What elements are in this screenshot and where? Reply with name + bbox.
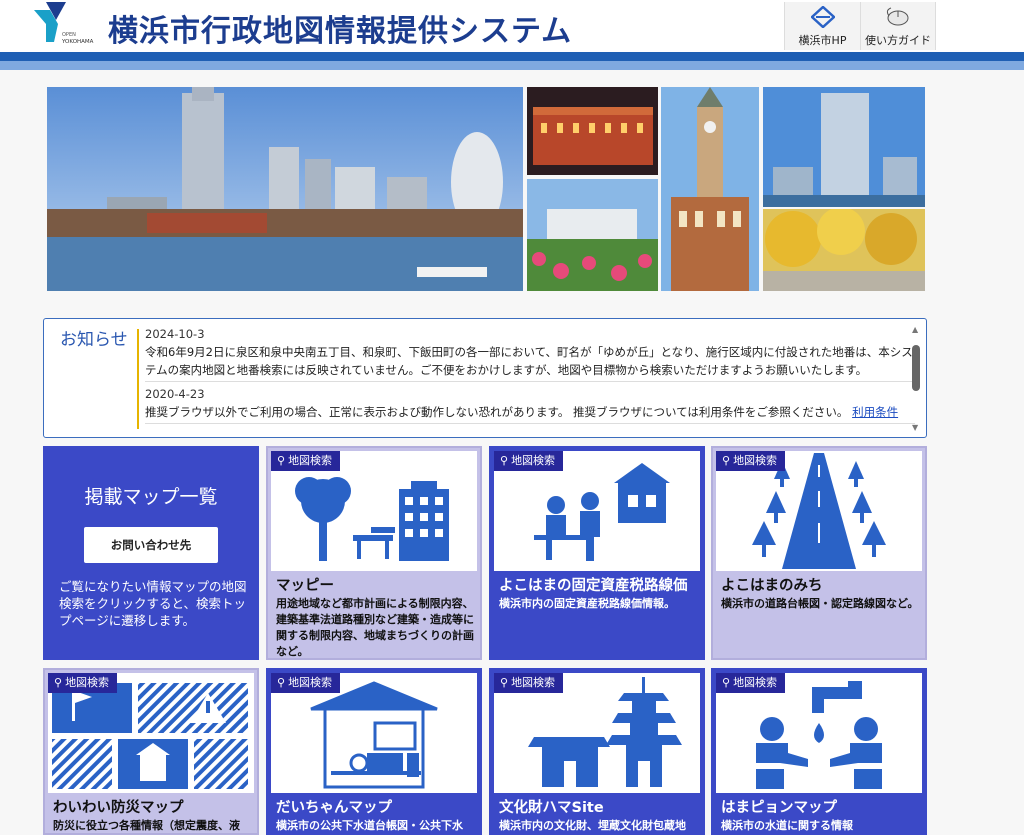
harbor-ship-flowers-photo (527, 179, 658, 291)
magnifier-icon: ⚲ (277, 454, 286, 467)
map-search-tag[interactable]: ⚲ 地図検索 (48, 673, 118, 693)
news-heading: お知らせ (60, 330, 128, 350)
card-daichan-map[interactable]: ⚲ 地図検索 だいちゃんマップ 横浜市の公共下水道台帳図・公共下水 (266, 668, 482, 835)
red-brick-warehouse-photo (527, 87, 658, 175)
city-photo-collage (47, 87, 925, 291)
ginkgo-avenue-photo (763, 209, 925, 291)
map-search-tag[interactable]: ⚲ 地図検索 (494, 451, 564, 471)
magnifier-icon: ⚲ (54, 676, 63, 689)
magnifier-icon: ⚲ (722, 454, 731, 467)
map-search-tag[interactable]: ⚲ 地図検索 (271, 451, 341, 471)
map-search-tag[interactable]: ⚲ 地図検索 (271, 673, 341, 693)
news-item: 2020-4-1 (145, 427, 915, 431)
card-fixed-asset-tax[interactable]: ⚲ 地図検索 よこはまの固定資産税路線価 横浜市内の固定資産税路線価情報。 (489, 446, 705, 660)
news-date: 2024-10-3 (145, 327, 205, 341)
page-title: 横浜市行政地図情報提供システム (108, 14, 573, 49)
map-search-tag[interactable]: ⚲ 地図検索 (716, 451, 786, 471)
news-scrollbar[interactable]: ▲ ▼ (910, 325, 922, 432)
map-search-tag[interactable]: ⚲ 地図検索 (494, 673, 564, 693)
news-text-body: 推奨ブラウザ以外でご利用の場合、正常に表示および動作しない恐れがあります。 推奨… (145, 405, 849, 419)
yokohama-hp-button[interactable]: 横浜市HP (784, 2, 860, 50)
card-description: 用途地域など都市計画による制限内容、建築基準法道路種別など建築・造成等に関する制… (276, 597, 474, 658)
mouse-icon (861, 2, 935, 32)
card-title: マッピー (276, 578, 334, 594)
card-mappy[interactable]: ⚲ 地図検索 マッピー 用途地域など都市計画による制限内容、建築基準法道路種別など… (266, 446, 482, 660)
yokohama-emblem-icon (785, 2, 860, 32)
map-search-label: 地図検索 (65, 676, 110, 689)
card-description: 横浜市の水道に関する情報 (721, 819, 853, 832)
map-search-tag[interactable]: ⚲ 地図検索 (716, 673, 786, 693)
scroll-up-icon[interactable]: ▲ (912, 325, 918, 334)
terms-link[interactable]: 利用条件 (852, 405, 898, 419)
card-description: 横浜市内の固定資産税路線価情報。 (499, 597, 675, 610)
map-search-label: 地図検索 (733, 676, 778, 689)
news-item: 2020-4-23 推奨ブラウザ以外でご利用の場合、正常に表示および動作しない恐… (145, 385, 915, 424)
news-panel: お知らせ 2024-10-3 令和6年9月2日に泉区和泉中央南五丁目、和泉町、下… (43, 318, 927, 438)
card-title: 文化財ハマSite (499, 800, 604, 816)
card-title: よこはまの固定資産税路線価 (499, 578, 688, 594)
logo-text: YOKOHAMA (61, 39, 94, 45)
minato-mirai-skyline-photo (47, 87, 523, 291)
map-search-label: 地図検索 (733, 454, 778, 467)
card-hamapyon-map[interactable]: ⚲ 地図検索 はまピョンマップ 横浜市の水道に関する情報 (711, 668, 927, 835)
scroll-down-icon[interactable]: ▼ (912, 423, 918, 432)
logo-small-text: OPEN (62, 32, 76, 38)
card-description: 横浜市の公共下水道台帳図・公共下水 (276, 819, 463, 832)
map-search-label: 地図検索 (511, 676, 556, 689)
map-search-label: 地図検索 (511, 454, 556, 467)
glass-tower-photo (763, 87, 925, 207)
card-title: だいちゃんマップ (276, 800, 392, 816)
magnifier-icon: ⚲ (500, 454, 509, 467)
jack-tower-photo (661, 87, 759, 291)
map-list-panel: 掲載マップ一覧 お問い合わせ先 ご覧になりたい情報マップの地図検索をクリックする… (43, 446, 259, 660)
usage-guide-button[interactable]: 使い方ガイド (860, 2, 936, 50)
magnifier-icon: ⚲ (500, 676, 509, 689)
news-text: 令和6年9月2日に泉区和泉中央南五丁目、和泉町、下飯田町の各一部において、町名が… (145, 343, 915, 382)
card-title: よこはまのみち (721, 578, 823, 594)
site-header: OPEN YOKOHAMA 横浜市行政地図情報提供システム 横浜市HP 使い方ガ… (0, 0, 1024, 52)
yokohama-hp-label: 横浜市HP (798, 34, 847, 47)
news-date: 2020-4-23 (145, 387, 205, 401)
card-title: わいわい防災マップ (53, 800, 184, 816)
card-yokohama-roads[interactable]: ⚲ 地図検索 よこはまのみち 横浜市の道路台帳図・認定路線図など。 (711, 446, 927, 660)
card-disaster-map[interactable]: ⚲ 地図検索 わいわい防災マップ 防災に役立つ各種情報（想定震度、液 (43, 668, 259, 835)
card-cultural-heritage[interactable]: ⚲ 地図検索 文化財ハマSite 横浜市内の文化財、埋蔵文化財包蔵地 (489, 668, 705, 835)
map-search-label: 地図検索 (288, 676, 333, 689)
card-description: 横浜市内の文化財、埋蔵文化財包蔵地 (499, 819, 686, 832)
map-search-label: 地図検索 (288, 454, 333, 467)
card-description: 防災に役立つ各種情報（想定震度、液 (53, 819, 240, 832)
news-item: 2024-10-3 令和6年9月2日に泉区和泉中央南五丁目、和泉町、下飯田町の各… (145, 325, 915, 382)
map-list-description: ご覧になりたい情報マップの地図検索をクリックすると、検索トップページに遷移します… (59, 579, 247, 628)
news-text: 推奨ブラウザ以外でご利用の場合、正常に表示および動作しない恐れがあります。 推奨… (145, 403, 915, 424)
header-stripe-light (0, 61, 1024, 70)
magnifier-icon: ⚲ (722, 676, 731, 689)
news-list[interactable]: 2024-10-3 令和6年9月2日に泉区和泉中央南五丁目、和泉町、下飯田町の各… (145, 325, 915, 431)
card-description: 横浜市の道路台帳図・認定路線図など。 (721, 597, 919, 610)
open-yokohama-logo[interactable]: OPEN YOKOHAMA (32, 2, 102, 50)
news-date: 2020-4-1 (145, 427, 915, 431)
magnifier-icon: ⚲ (277, 676, 286, 689)
header-stripe-dark (0, 52, 1024, 61)
usage-guide-label: 使い方ガイド (865, 34, 931, 47)
contact-button[interactable]: お問い合わせ先 (84, 527, 218, 563)
news-divider (137, 329, 139, 429)
card-title: はまピョンマップ (721, 800, 837, 816)
map-list-title: 掲載マップ一覧 (84, 486, 218, 508)
scroll-thumb[interactable] (912, 345, 920, 391)
